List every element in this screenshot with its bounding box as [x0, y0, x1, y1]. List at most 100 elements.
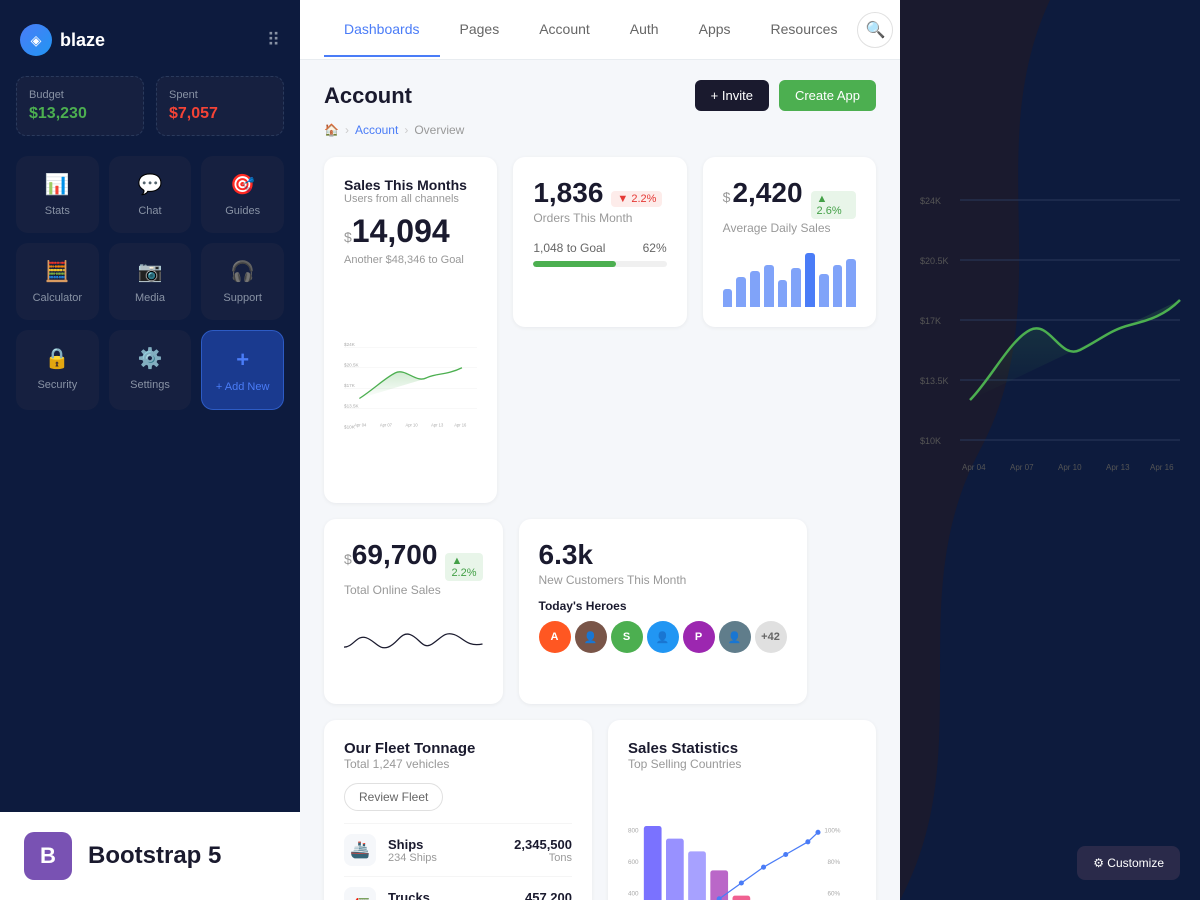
- fleet-item-trucks: 🚛 Trucks 1,460 Trucks 457,200 Tons: [344, 876, 572, 900]
- svg-text:Apr 10: Apr 10: [1058, 463, 1082, 472]
- breadcrumb-account[interactable]: Account: [355, 123, 398, 137]
- tab-account[interactable]: Account: [519, 3, 610, 57]
- new-customers-label: New Customers This Month: [539, 573, 787, 587]
- tab-auth[interactable]: Auth: [610, 3, 679, 57]
- svg-text:800: 800: [628, 827, 639, 834]
- bar-6: [791, 268, 801, 307]
- orders-value: 1,836: [533, 177, 603, 209]
- page-actions: + Invite Create App: [695, 80, 876, 111]
- new-customers-value: 6.3k: [539, 539, 787, 571]
- page-header: Account + Invite Create App: [324, 80, 876, 111]
- bar-10: [846, 259, 856, 307]
- sidebar-item-security[interactable]: 🔒 Security: [16, 330, 99, 410]
- svg-text:Apr 10: Apr 10: [406, 423, 419, 428]
- svg-text:$20.5K: $20.5K: [920, 256, 949, 266]
- nav-label-security: Security: [37, 379, 77, 391]
- create-app-button[interactable]: Create App: [779, 80, 876, 111]
- main-wrapper: Dashboards Pages Account Auth Apps Resou…: [300, 0, 1200, 900]
- ships-icon: 🚢: [344, 834, 376, 866]
- wave-chart: [344, 609, 483, 679]
- sales-prefix: $: [344, 229, 352, 245]
- page-content: Account + Invite Create App 🏠 › Account …: [300, 60, 900, 900]
- bar-2: [736, 277, 746, 307]
- svg-text:400: 400: [628, 891, 639, 898]
- bar-3: [750, 271, 760, 307]
- progress-bar-bg: [533, 261, 666, 267]
- svg-text:$20.5K: $20.5K: [344, 363, 360, 368]
- nav-tabs-list: Dashboards Pages Account Auth Apps Resou…: [324, 3, 857, 56]
- sales-month-subtitle: Users from all channels: [344, 193, 477, 205]
- nav-label-calculator: Calculator: [33, 292, 83, 304]
- heroes-avatars: A 👤 S 👤 P 👤 +42: [539, 621, 787, 653]
- tab-dashboards[interactable]: Dashboards: [324, 3, 440, 57]
- svg-text:Apr 16: Apr 16: [1150, 463, 1174, 472]
- media-icon: 📷: [138, 259, 163, 284]
- sales-stats-chart: 800 600 400 200 100% 80: [628, 783, 856, 900]
- sidebar-item-calculator[interactable]: 🧮 Calculator: [16, 243, 99, 320]
- sidebar: ◈ blaze ⠿ Budget $13,230 Spent $7,057 📊 …: [0, 0, 300, 900]
- orders-progress: 1,048 to Goal 62%: [533, 241, 666, 267]
- svg-text:$10K: $10K: [920, 436, 941, 446]
- fleet-subtitle: Total 1,247 vehicles: [344, 757, 572, 771]
- fleet-ships-value: 2,345,500 Tons: [514, 837, 572, 864]
- svg-text:Apr 16: Apr 16: [454, 423, 467, 428]
- ships-amount: 2,345,500: [514, 837, 572, 852]
- ships-unit: Tons: [514, 852, 572, 864]
- nav-label-add-new: + Add New: [216, 381, 270, 393]
- sidebar-header: ◈ blaze ⠿: [16, 16, 284, 76]
- support-icon: 🎧: [230, 259, 255, 284]
- daily-sales-label: Average Daily Sales: [723, 221, 856, 235]
- sidebar-item-chat[interactable]: 💬 Chat: [109, 156, 192, 233]
- orders-change: ▼ 2.2%: [611, 191, 662, 207]
- budget-cards: Budget $13,230 Spent $7,057: [16, 76, 284, 136]
- progress-bar-fill: [533, 261, 616, 267]
- budget-card: Budget $13,230: [16, 76, 144, 136]
- customize-button[interactable]: ⚙ Customize: [1077, 846, 1180, 880]
- nav-label-chat: Chat: [138, 205, 161, 217]
- svg-text:Apr 04: Apr 04: [962, 463, 986, 472]
- invite-button[interactable]: + Invite: [695, 80, 769, 111]
- calculator-icon: 🧮: [45, 259, 70, 284]
- nav-label-guides: Guides: [225, 205, 260, 217]
- svg-text:Apr 04: Apr 04: [354, 423, 367, 428]
- nav-label-media: Media: [135, 292, 165, 304]
- add-new-icon: +: [236, 347, 249, 373]
- logo-area: ◈ blaze: [20, 24, 105, 56]
- sidebar-item-add-new[interactable]: + + Add New: [201, 330, 284, 410]
- sidebar-item-settings[interactable]: ⚙️ Settings: [109, 330, 192, 410]
- breadcrumb-home: 🏠: [324, 123, 339, 137]
- right-panel: $24K $20.5K $17K $13.5K $10K Apr 04 Apr …: [900, 0, 1200, 900]
- heroes-section: Today's Heroes A 👤 S 👤 P 👤 +42: [539, 599, 787, 653]
- new-customers-card: 6.3k New Customers This Month Today's He…: [519, 519, 807, 704]
- bootstrap-badge: B Bootstrap 5: [0, 812, 300, 900]
- logo-icon: ◈: [20, 24, 52, 56]
- menu-icon[interactable]: ⠿: [267, 30, 280, 51]
- settings-icon: ⚙️: [138, 346, 163, 371]
- bar-5: [778, 280, 788, 307]
- sidebar-item-media[interactable]: 📷 Media: [109, 243, 192, 320]
- sales-month-card: Sales This Months Users from all channel…: [324, 157, 497, 503]
- nav-label-stats: Stats: [45, 205, 70, 217]
- online-sales-label: Total Online Sales: [344, 583, 483, 597]
- sidebar-item-support[interactable]: 🎧 Support: [201, 243, 284, 320]
- sales-stats-title: Sales Statistics: [628, 740, 856, 757]
- spent-card: Spent $7,057: [156, 76, 284, 136]
- tab-pages[interactable]: Pages: [440, 3, 520, 57]
- fleet-trucks-value: 457,200 Tons: [525, 890, 572, 900]
- orders-label: Orders This Month: [533, 211, 666, 225]
- tab-apps[interactable]: Apps: [679, 3, 751, 57]
- review-fleet-button[interactable]: Review Fleet: [344, 783, 443, 811]
- hero-6: 👤: [719, 621, 751, 653]
- bar-9: [833, 265, 843, 307]
- svg-text:600: 600: [628, 859, 639, 866]
- sidebar-item-stats[interactable]: 📊 Stats: [16, 156, 99, 233]
- svg-text:60%: 60%: [828, 891, 841, 898]
- trucks-icon: 🚛: [344, 887, 376, 900]
- svg-text:100%: 100%: [824, 827, 841, 834]
- stats-icon: 📊: [45, 172, 70, 197]
- online-sales-value: 69,700: [352, 539, 438, 571]
- tab-resources[interactable]: Resources: [751, 3, 858, 57]
- search-button[interactable]: 🔍: [857, 12, 893, 48]
- sidebar-item-guides[interactable]: 🎯 Guides: [201, 156, 284, 233]
- breadcrumb: 🏠 › Account › Overview: [324, 123, 876, 137]
